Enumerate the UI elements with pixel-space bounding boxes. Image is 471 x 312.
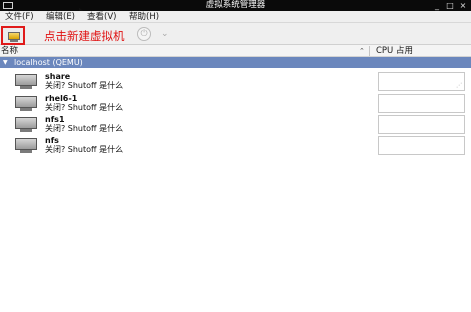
menu-view[interactable]: 查看(V) xyxy=(87,11,116,23)
window-title: 虚拟系统管理器 xyxy=(205,0,266,10)
vm-status: 关闭? Shutoff 是什么 xyxy=(45,103,124,112)
cpu-usage-graph xyxy=(378,136,465,155)
vm-monitor-stand xyxy=(20,150,32,153)
cpu-usage-graph: ⋰ xyxy=(378,72,465,91)
vm-row-nfs1[interactable]: nfs1 关闭? Shutoff 是什么 xyxy=(0,114,471,136)
vm-status: 关闭? Shutoff 是什么 xyxy=(45,81,124,90)
minimize-button[interactable]: _ xyxy=(431,0,443,11)
title-bar: 虚拟系统管理器 _ □ × xyxy=(0,0,471,11)
menu-file[interactable]: 文件(F) xyxy=(5,11,34,23)
vm-row-rhel6-1[interactable]: rhel6-1 关闭? Shutoff 是什么 xyxy=(0,93,471,115)
vm-monitor-icon xyxy=(15,96,37,108)
vm-monitor-stand xyxy=(20,108,32,111)
vm-status: 关闭? Shutoff 是什么 xyxy=(45,124,124,133)
vm-monitor-icon xyxy=(15,117,37,129)
power-icon[interactable]: ⏻ xyxy=(137,27,151,41)
toolbar: 点击新建虚拟机 ⏻ ⌄ xyxy=(0,23,471,45)
expander-arrow-icon[interactable]: ▼ xyxy=(3,57,8,68)
resize-grip-icon: ⋰ xyxy=(456,82,462,89)
host-label: localhost (QEMU) xyxy=(14,58,83,67)
close-button[interactable]: × xyxy=(457,0,469,11)
vm-status: 关闭? Shutoff 是什么 xyxy=(45,145,124,154)
column-divider[interactable] xyxy=(369,46,370,56)
menu-help[interactable]: 帮助(H) xyxy=(129,11,159,23)
column-header: 名称 ⌃ CPU 占用 xyxy=(0,45,471,57)
vm-monitor-icon xyxy=(15,138,37,150)
vm-row-nfs[interactable]: nfs 关闭? Shutoff 是什么 xyxy=(0,135,471,157)
column-name[interactable]: 名称 xyxy=(1,45,18,57)
new-vm-monitor-stand xyxy=(10,40,18,42)
cpu-usage-graph xyxy=(378,94,465,113)
annotation-click-new-vm: 点击新建虚拟机 xyxy=(44,29,125,43)
new-vm-button[interactable] xyxy=(1,26,25,45)
vm-monitor-stand xyxy=(20,129,32,132)
vm-row-share[interactable]: share 关闭? Shutoff 是什么 ⋰ xyxy=(0,71,471,93)
new-vm-monitor-icon xyxy=(8,32,20,40)
cpu-usage-graph xyxy=(378,115,465,134)
menu-edit[interactable]: 编辑(E) xyxy=(46,11,75,23)
sort-arrow-icon: ⌃ xyxy=(359,47,365,55)
maximize-button[interactable]: □ xyxy=(444,0,456,11)
vm-monitor-icon xyxy=(15,74,37,86)
vm-monitor-stand xyxy=(20,86,32,89)
column-cpu-usage[interactable]: CPU 占用 xyxy=(376,45,413,57)
menu-bar: 文件(F) 编辑(E) 查看(V) 帮助(H) xyxy=(0,11,471,23)
chevron-down-icon[interactable]: ⌄ xyxy=(161,27,169,41)
host-row-localhost[interactable]: ▼ localhost (QEMU) xyxy=(0,57,471,68)
